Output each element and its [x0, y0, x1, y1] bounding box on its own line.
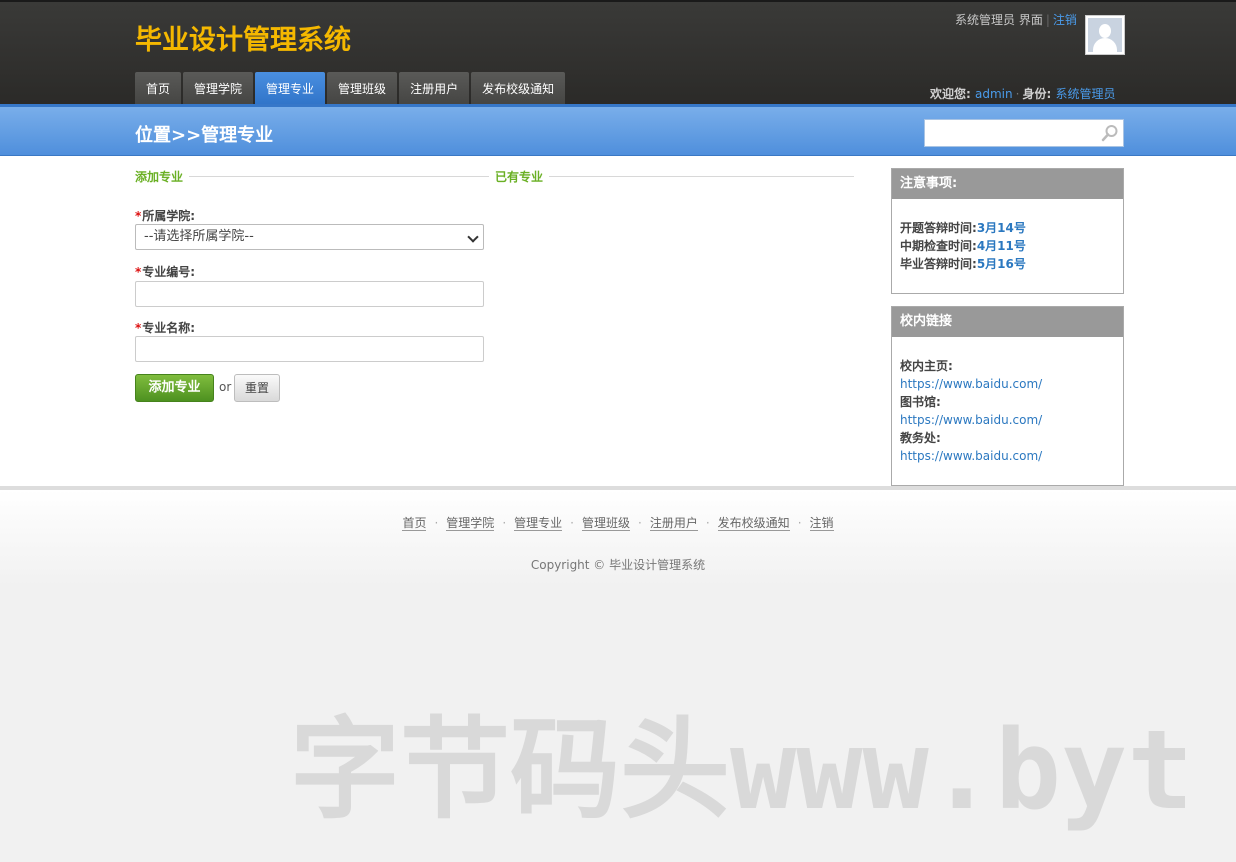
notice-label: 开题答辩时间:: [900, 221, 977, 235]
footer: 首页 · 管理学院 · 管理专业 · 管理班级 · 注册用户 · 发布校级通知 · 注销 Copyrig…: [0, 486, 1236, 586]
notice-value: 3月14号: [976, 221, 1026, 235]
notice-label: 毕业答辩时间:: [900, 257, 977, 271]
identity-label: 身份:: [1022, 87, 1052, 101]
link-label: 校内主页:: [900, 359, 953, 373]
homepage-link[interactable]: https://www.baidu.com/: [900, 377, 1042, 391]
notice-panel-body: 开题答辩时间:3月14号 中期检查时间:4月11号 毕业答辩时间:5月16号: [892, 199, 1123, 285]
academic-office-link[interactable]: https://www.baidu.com/: [900, 449, 1042, 463]
major-name-input[interactable]: [135, 336, 484, 362]
major-name-label: *专业名称:: [135, 319, 195, 336]
footer-link-manage-college[interactable]: 管理学院: [446, 516, 495, 531]
notice-panel: 注意事项: 开题答辩时间:3月14号 中期检查时间:4月11号 毕业答辩时间:5…: [891, 168, 1124, 294]
copyright: Copyright © 毕业设计管理系统: [530, 558, 706, 572]
interface-label: 界面: [1018, 13, 1043, 27]
college-select-value: --请选择所属学院--: [144, 229, 254, 244]
or-text: or: [219, 380, 232, 394]
watermark: 字节码头www.byt: [290, 706, 1194, 834]
label-text: 专业名称:: [142, 321, 196, 335]
notice-item: 中期检查时间:4月11号: [900, 237, 1115, 255]
footer-link-logout[interactable]: 注销: [809, 516, 834, 531]
breadcrumb: 位置>>管理专业: [135, 125, 274, 146]
label-text: 所属学院:: [142, 209, 196, 223]
separator: ·: [502, 516, 507, 530]
library-link[interactable]: https://www.baidu.com/: [900, 413, 1042, 427]
major-code-label: *专业编号:: [135, 263, 195, 280]
username-link[interactable]: admin: [975, 87, 1013, 101]
label-text: 专业编号:: [142, 265, 196, 279]
app-title: 毕业设计管理系统: [135, 25, 351, 56]
top-header: 毕业设计管理系统 系统管理员 界面 | 注销 首页 管理学院 管理专业 管理班级 注…: [0, 0, 1236, 106]
college-label: *所属学院:: [135, 207, 195, 224]
divider: [189, 176, 490, 177]
links-panel: 校内链接 校内主页: https://www.baidu.com/ 图书馆: h…: [891, 306, 1124, 486]
top-links: 系统管理员 界面 | 注销: [955, 11, 1077, 28]
footer-link-home[interactable]: 首页: [402, 516, 427, 531]
links-panel-body: 校内主页: https://www.baidu.com/ 图书馆: https:…: [892, 337, 1123, 477]
search-icon[interactable]: [1101, 124, 1119, 142]
required-mark: *: [135, 209, 142, 223]
separator: ·: [570, 516, 574, 530]
logout-link[interactable]: 注销: [1053, 13, 1077, 27]
avatar[interactable]: [1085, 15, 1125, 55]
section-existing-major: 已有专业: [495, 168, 855, 185]
section-add-major: 添加专业: [135, 168, 490, 185]
nav-item-manage-major[interactable]: 管理专业: [255, 72, 326, 106]
notice-item: 毕业答辩时间:5月16号: [900, 255, 1115, 273]
notice-value: 4月11号: [976, 239, 1026, 253]
role-label: 系统管理员: [955, 13, 1016, 27]
separator: ·: [638, 516, 642, 530]
chevron-down-icon: [467, 231, 479, 243]
nav-item-manage-class[interactable]: 管理班级: [327, 72, 398, 106]
nav-item-publish-notice[interactable]: 发布校级通知: [471, 72, 566, 106]
add-major-button[interactable]: 添加专业: [135, 374, 214, 402]
welcome-info: 欢迎您: admin · 身份: 系统管理员: [930, 85, 1115, 102]
search-box: [924, 119, 1124, 147]
nav-item-home[interactable]: 首页: [135, 72, 182, 106]
college-select[interactable]: --请选择所属学院--: [135, 224, 484, 250]
footer-links: 首页 · 管理学院 · 管理专业 · 管理班级 · 注册用户 · 发布校级通知 · 注销: [0, 514, 1236, 531]
main-content: 添加专业 已有专业 *所属学院: --请选择所属学院-- *专业编号: *专业名…: [0, 156, 1236, 486]
section-title: 添加专业: [135, 170, 184, 184]
required-mark: *: [135, 265, 142, 279]
identity-link[interactable]: 系统管理员: [1055, 87, 1115, 101]
major-code-input[interactable]: [135, 281, 484, 307]
separator: ·: [434, 516, 439, 530]
notice-item: 开题答辩时间:3月14号: [900, 219, 1115, 237]
required-mark: *: [135, 321, 142, 335]
user-avatar-icon: [1088, 18, 1122, 52]
links-panel-title: 校内链接: [892, 307, 1123, 337]
divider: [549, 176, 855, 177]
separator: |: [1045, 13, 1050, 27]
link-label: 图书馆:: [900, 395, 941, 409]
footer-link-publish-notice[interactable]: 发布校级通知: [717, 516, 790, 531]
search-input[interactable]: [925, 120, 1095, 146]
nav-item-register-user[interactable]: 注册用户: [399, 72, 470, 106]
separator: ·: [1015, 87, 1020, 101]
notice-label: 中期检查时间:: [900, 239, 977, 253]
separator: ·: [705, 516, 710, 530]
section-title: 已有专业: [495, 170, 544, 184]
nav-item-manage-college[interactable]: 管理学院: [183, 72, 254, 106]
welcome-prefix: 欢迎您:: [930, 87, 971, 101]
footer-link-register-user[interactable]: 注册用户: [649, 516, 698, 531]
location-bar: 位置>>管理专业: [0, 104, 1236, 156]
reset-button[interactable]: 重置: [234, 374, 280, 402]
separator: ·: [797, 516, 802, 530]
link-label: 教务处:: [900, 431, 941, 445]
notice-value: 5月16号: [976, 257, 1026, 271]
footer-link-manage-major[interactable]: 管理专业: [514, 516, 563, 531]
notice-panel-title: 注意事项:: [892, 169, 1123, 199]
main-nav: 首页 管理学院 管理专业 管理班级 注册用户 发布校级通知: [135, 72, 567, 106]
footer-link-manage-class[interactable]: 管理班级: [581, 516, 630, 531]
